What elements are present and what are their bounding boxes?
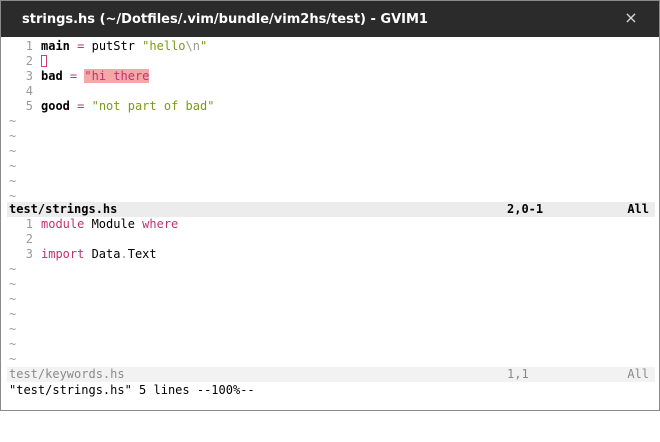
line-number: 2 <box>25 232 33 246</box>
close-icon[interactable]: × <box>621 7 641 29</box>
empty-line-marker: ~ <box>9 337 17 351</box>
escape-sequence: \n <box>185 39 200 53</box>
empty-line-marker: ~ <box>9 114 17 128</box>
empty-line-marker: ~ <box>9 352 17 366</box>
status-cursor-position: 1,1 <box>507 367 529 381</box>
unterminated-string: "hi there <box>84 69 150 83</box>
empty-line-marker: ~ <box>9 189 17 203</box>
keyword: module <box>41 217 85 231</box>
code-line[interactable]: 2 <box>7 232 655 247</box>
module-name: Text <box>127 247 157 261</box>
empty-line-marker: ~ <box>9 144 17 158</box>
status-scroll-position: All <box>627 202 649 216</box>
code-line[interactable]: 3 bad = "hi there <box>7 69 655 84</box>
status-line-inactive[interactable]: test/keywords.hs 1,1 All <box>7 367 655 382</box>
operator: = <box>62 69 85 83</box>
gvim-window: strings.hs (~/Dotfiles/.vim/bundle/vim2h… <box>0 0 660 411</box>
line-number: 1 <box>25 217 33 231</box>
module-name: Data <box>84 247 121 261</box>
operator: = <box>69 99 92 113</box>
text-cursor <box>41 55 47 67</box>
qualifier-dot: . <box>120 247 128 261</box>
status-filename: test/keywords.hs <box>9 367 125 381</box>
title-bar[interactable]: strings.hs (~/Dotfiles/.vim/bundle/vim2h… <box>1 1 659 37</box>
operator: = <box>69 39 92 53</box>
line-number: 3 <box>25 69 33 83</box>
empty-line-marker: ~ <box>9 322 17 336</box>
code-line[interactable]: 2 <box>7 54 655 69</box>
identifier: bad <box>41 69 63 83</box>
empty-line-marker: ~ <box>9 307 17 321</box>
code-line[interactable]: 5 good = "not part of bad" <box>7 99 655 114</box>
status-line-active[interactable]: test/strings.hs 2,0-1 All <box>7 202 655 217</box>
line-number: 3 <box>25 247 33 261</box>
empty-line-marker: ~ <box>9 159 17 173</box>
status-cursor-position: 2,0-1 <box>507 202 544 216</box>
bottom-buffer[interactable]: 1 module Module where 2 3 import Data.Text… <box>7 217 655 367</box>
empty-line-marker: ~ <box>9 262 17 276</box>
keyword: where <box>142 217 179 231</box>
module-name: Module <box>84 217 143 231</box>
editor-area[interactable]: 1 main = putStr "hello\n" 2 3 bad = "hi th… <box>7 37 655 398</box>
status-scroll-position: All <box>627 367 649 381</box>
code-line[interactable]: 4 <box>7 84 655 99</box>
line-number: 5 <box>25 99 33 113</box>
string-literal-end: " <box>199 39 208 53</box>
line-number: 4 <box>25 84 33 98</box>
command-line[interactable]: "test/strings.hs" 5 lines --100%-- <box>7 382 655 398</box>
code-line[interactable]: 1 main = putStr "hello\n" <box>7 39 655 54</box>
line-number: 2 <box>25 54 33 68</box>
empty-line-marker: ~ <box>9 174 17 188</box>
code-line[interactable]: 3 import Data.Text <box>7 247 655 262</box>
empty-line-marker: ~ <box>9 277 17 291</box>
string-literal: "not part of bad" <box>91 99 215 113</box>
function-name: putStr <box>91 39 143 53</box>
window-title: strings.hs (~/Dotfiles/.vim/bundle/vim2h… <box>22 12 428 27</box>
identifier: good <box>41 99 70 113</box>
empty-line-marker: ~ <box>9 292 17 306</box>
status-filename: test/strings.hs <box>9 202 118 216</box>
empty-line-marker: ~ <box>9 129 17 143</box>
top-buffer[interactable]: 1 main = putStr "hello\n" 2 3 bad = "hi th… <box>7 39 655 203</box>
code-line[interactable]: 1 module Module where <box>7 217 655 232</box>
string-literal: "hello <box>142 39 186 53</box>
line-number: 1 <box>25 39 33 53</box>
identifier: main <box>41 39 70 53</box>
keyword: import <box>41 247 85 261</box>
